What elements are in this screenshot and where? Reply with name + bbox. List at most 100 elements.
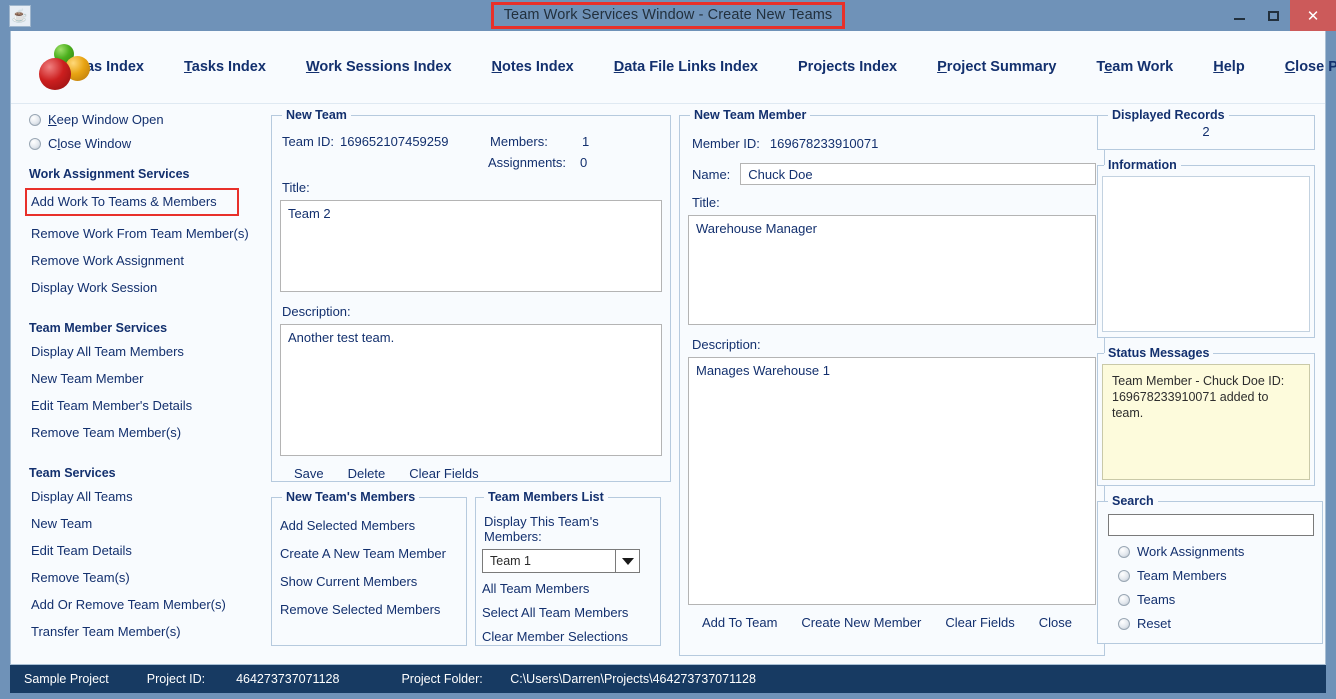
sidebar-item-edit-team-members-details[interactable]: Edit Team Member's Details xyxy=(29,396,194,415)
menu-item-work-sessions-index[interactable]: Work Sessions Index xyxy=(306,59,452,75)
sidebar-item-transfer-team-members[interactable]: Transfer Team Member(s) xyxy=(29,622,183,641)
new-team-column: New Team Team ID: 169652107459259 Member… xyxy=(263,104,675,664)
right-column: Displayed Records 2 Information Status M… xyxy=(1093,104,1323,664)
menu-item-project-summary[interactable]: Project Summary xyxy=(937,59,1056,75)
search-legend: Search xyxy=(1112,494,1154,508)
sidebar-item-remove-work-assignment[interactable]: Remove Work Assignment xyxy=(29,251,186,270)
sidebar-item-new-team[interactable]: New Team xyxy=(29,514,94,533)
sidebar-item-display-all-team-members[interactable]: Display All Team Members xyxy=(29,342,186,361)
member-name-label: Name: xyxy=(692,166,731,182)
chevron-down-icon[interactable] xyxy=(615,550,639,572)
menu-item-help[interactable]: Help xyxy=(1213,59,1244,75)
clear-fields-button[interactable]: Clear Fields xyxy=(409,466,478,481)
team-select-dropdown[interactable]: Team 1 xyxy=(482,549,640,573)
delete-button[interactable]: Delete xyxy=(348,466,386,481)
radio-label-close-window: Close Window xyxy=(48,136,132,151)
show-current-members-button[interactable]: Show Current Members xyxy=(280,574,458,589)
search-option-teams[interactable]: Teams xyxy=(1118,592,1314,607)
close-button[interactable]: ✕ xyxy=(1290,0,1336,31)
add-selected-members-button[interactable]: Add Selected Members xyxy=(280,518,458,533)
create-new-member-button[interactable]: Create New Member xyxy=(801,615,921,630)
search-input[interactable] xyxy=(1108,514,1314,536)
sidebar-item-add-or-remove-team-members[interactable]: Add Or Remove Team Member(s) xyxy=(29,595,228,614)
radio-keep-window-open[interactable]: Keep Window Open xyxy=(29,112,263,127)
assignments-label: Assignments: xyxy=(488,155,567,170)
search-option-label-work-assignments: Work Assignments xyxy=(1137,544,1245,559)
team-title-input[interactable]: Team 2 xyxy=(280,200,662,292)
radio-icon xyxy=(1118,617,1130,630)
member-description-label: Description: xyxy=(692,337,761,352)
window-title-wrap: Team Work Services Window - Create New T… xyxy=(0,0,1336,31)
menu-items: Ideas Index Tasks Index Work Sessions In… xyxy=(65,59,1336,75)
client-area: Ideas Index Tasks Index Work Sessions In… xyxy=(10,31,1336,665)
new-team-legend: New Team xyxy=(286,108,347,122)
window-controls: ✕ xyxy=(1222,0,1336,31)
team-description-label: Description: xyxy=(282,304,351,319)
sidebar-item-remove-teams[interactable]: Remove Team(s) xyxy=(29,568,132,587)
member-title-input[interactable]: Warehouse Manager xyxy=(688,215,1096,325)
team-id-value: 169652107459259 xyxy=(340,134,449,149)
sidebar-item-new-team-member[interactable]: New Team Member xyxy=(29,369,145,388)
create-a-new-team-member-button[interactable]: Create A New Team Member xyxy=(280,546,458,561)
sidebar-item-display-all-teams[interactable]: Display All Teams xyxy=(29,487,135,506)
search-option-reset[interactable]: Reset xyxy=(1118,616,1314,631)
new-teams-members-panel: New Team's Members Add Selected Members … xyxy=(271,490,467,646)
search-option-work-assignments[interactable]: Work Assignments xyxy=(1118,544,1314,559)
page-title: Team Work Services Window - Create New T… xyxy=(490,1,846,30)
display-this-teams-members-label: Display This Team's Members: xyxy=(484,514,599,544)
status-messages-panel: Status Messages Team Member - Chuck Doe … xyxy=(1097,346,1315,486)
sidebar: Keep Window Open Close Window Work Assig… xyxy=(11,104,263,664)
clear-fields-button-member[interactable]: Clear Fields xyxy=(945,615,1014,630)
sidebar-item-display-work-session[interactable]: Display Work Session xyxy=(29,278,159,297)
radio-icon xyxy=(29,137,41,150)
menu-item-projects-index[interactable]: Projects Index xyxy=(798,59,897,75)
menu-item-data-file-links-index[interactable]: Data File Links Index xyxy=(614,59,758,75)
menu-bar: Ideas Index Tasks Index Work Sessions In… xyxy=(11,31,1336,104)
menu-item-team-work[interactable]: Team Work xyxy=(1096,59,1173,75)
sidebar-group-work-assignment-services: Work Assignment Services xyxy=(29,167,190,181)
select-all-team-members-button[interactable]: Select All Team Members xyxy=(482,605,652,620)
radio-icon xyxy=(1118,593,1130,606)
member-name-input[interactable]: Chuck Doe xyxy=(740,163,1096,185)
menu-item-tasks-index[interactable]: Tasks Index xyxy=(184,59,266,75)
member-id-value: 169678233910071 xyxy=(769,136,879,151)
information-content xyxy=(1102,176,1310,332)
displayed-records-legend: Displayed Records xyxy=(1112,108,1225,122)
search-option-label-reset: Reset xyxy=(1137,616,1171,631)
add-to-team-button[interactable]: Add To Team xyxy=(702,615,777,630)
new-team-panel: New Team Team ID: 169652107459259 Member… xyxy=(271,108,671,482)
menu-item-close-program[interactable]: Close Program xyxy=(1285,59,1336,75)
status-project-name: Sample Project xyxy=(24,672,109,686)
displayed-records-value: 2 xyxy=(1202,124,1210,139)
sidebar-item-add-work-to-teams-members[interactable]: Add Work To Teams & Members xyxy=(25,188,239,216)
member-title-label: Title: xyxy=(692,195,720,210)
sidebar-item-remove-team-members[interactable]: Remove Team Member(s) xyxy=(29,423,183,442)
java-coffee-cup-icon: ☕ xyxy=(9,4,31,27)
body-columns: Keep Window Open Close Window Work Assig… xyxy=(11,104,1325,664)
status-messages-content: Team Member - Chuck Doe ID: 169678233910… xyxy=(1102,364,1310,480)
members-value: 1 xyxy=(582,134,590,149)
sidebar-item-edit-team-details[interactable]: Edit Team Details xyxy=(29,541,134,560)
member-description-input[interactable]: Manages Warehouse 1 xyxy=(688,357,1096,605)
new-teams-members-legend: New Team's Members xyxy=(286,490,416,504)
all-team-members-button[interactable]: All Team Members xyxy=(482,581,652,596)
sidebar-item-remove-work-from-team-members[interactable]: Remove Work From Team Member(s) xyxy=(29,224,251,243)
logo-red-sphere-icon xyxy=(39,58,71,90)
clear-member-selections-button[interactable]: Clear Member Selections xyxy=(482,629,652,644)
sidebar-group-team-member-services: Team Member Services xyxy=(29,321,168,335)
status-bar: Sample Project Project ID: 4642737370711… xyxy=(10,665,1326,693)
minimize-button[interactable] xyxy=(1222,0,1256,31)
team-members-list-legend: Team Members List xyxy=(488,490,604,504)
search-option-team-members[interactable]: Team Members xyxy=(1118,568,1314,583)
save-button[interactable]: Save xyxy=(294,466,324,481)
radio-close-window[interactable]: Close Window xyxy=(29,136,263,151)
member-id-label: Member ID: xyxy=(692,136,760,151)
team-description-input[interactable]: Another test team. xyxy=(280,324,662,456)
status-messages-legend: Status Messages xyxy=(1108,346,1210,360)
team-id-label: Team ID: xyxy=(282,134,335,149)
members-label: Members: xyxy=(490,134,548,149)
close-button-member[interactable]: Close xyxy=(1039,615,1072,630)
maximize-button[interactable] xyxy=(1256,0,1290,31)
remove-selected-members-button[interactable]: Remove Selected Members xyxy=(280,602,458,617)
menu-item-notes-index[interactable]: Notes Index xyxy=(492,59,574,75)
